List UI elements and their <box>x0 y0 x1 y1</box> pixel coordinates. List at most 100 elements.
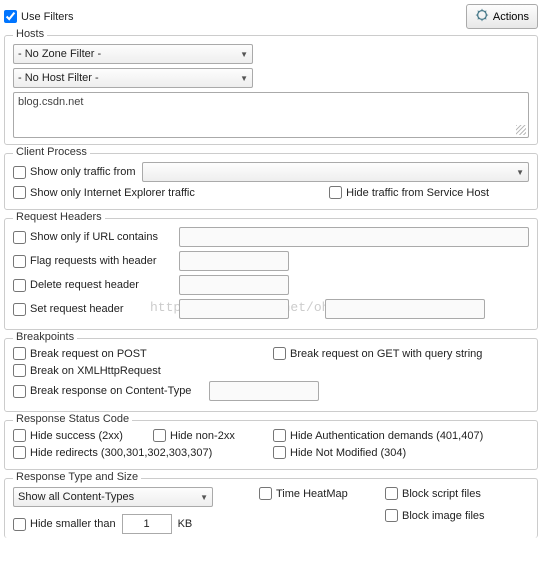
chevron-down-icon: ▼ <box>240 50 248 59</box>
block-image-checkbox[interactable]: Block image files <box>385 509 529 522</box>
break-get-qs-input[interactable] <box>273 347 286 360</box>
hosts-textarea[interactable]: blog.csdn.net <box>13 92 529 138</box>
show-only-traffic-from-label: Show only traffic from <box>30 166 136 178</box>
flag-header-label: Flag requests with header <box>30 255 157 267</box>
status-code-group: Response Status Code Hide success (2xx) … <box>4 420 538 470</box>
block-image-label: Block image files <box>402 510 485 522</box>
show-only-url-checkbox[interactable]: Show only if URL contains <box>13 231 173 244</box>
hide-2xx-input[interactable] <box>13 429 26 442</box>
delete-header-label: Delete request header <box>30 279 139 291</box>
hide-smaller-input[interactable] <box>13 518 26 531</box>
url-contains-input[interactable] <box>179 227 529 247</box>
host-filter-value: - No Host Filter - <box>18 72 99 84</box>
hide-smaller-label: Hide smaller than <box>30 518 116 530</box>
break-xhr-label: Break on XMLHttpRequest <box>30 365 161 377</box>
use-filters-label: Use Filters <box>21 11 74 23</box>
content-type-select[interactable]: Show all Content-Types ▼ <box>13 487 213 507</box>
block-script-label: Block script files <box>402 488 481 500</box>
actions-icon <box>475 8 489 25</box>
break-resp-ct-field[interactable] <box>209 381 319 401</box>
hide-auth-label: Hide Authentication demands (401,407) <box>290 430 483 442</box>
show-only-traffic-from-input[interactable] <box>13 166 26 179</box>
set-header-value-field[interactable] <box>325 299 485 319</box>
show-only-traffic-from-checkbox[interactable]: Show only traffic from <box>13 166 136 179</box>
status-code-legend: Response Status Code <box>13 413 132 425</box>
chevron-down-icon: ▼ <box>240 74 248 83</box>
content-type-value: Show all Content-Types <box>18 491 134 503</box>
use-filters-input[interactable] <box>4 10 17 23</box>
breakpoints-legend: Breakpoints <box>13 331 77 343</box>
break-resp-ct-label: Break response on Content-Type <box>30 385 191 397</box>
hide-304-checkbox[interactable]: Hide Not Modified (304) <box>273 446 406 459</box>
hide-2xx-checkbox[interactable]: Hide success (2xx) <box>13 429 133 442</box>
show-only-url-label: Show only if URL contains <box>30 231 158 243</box>
show-only-ie-label: Show only Internet Explorer traffic <box>30 187 195 199</box>
type-size-legend: Response Type and Size <box>13 471 141 483</box>
show-only-ie-checkbox[interactable]: Show only Internet Explorer traffic <box>13 186 195 199</box>
hide-smaller-value-input[interactable]: 1 <box>122 514 172 534</box>
zone-filter-select[interactable]: - No Zone Filter - ▼ <box>13 44 253 64</box>
hide-304-input[interactable] <box>273 446 286 459</box>
type-size-group: Response Type and Size Show all Content-… <box>4 478 538 538</box>
hide-redirects-checkbox[interactable]: Hide redirects (300,301,302,303,307) <box>13 446 253 459</box>
actions-button[interactable]: Actions <box>466 4 538 29</box>
delete-header-input[interactable] <box>13 279 26 292</box>
request-headers-legend: Request Headers <box>13 211 105 223</box>
zone-filter-value: - No Zone Filter - <box>18 48 101 60</box>
break-post-input[interactable] <box>13 347 26 360</box>
time-heatmap-label: Time HeatMap <box>276 488 348 500</box>
hide-redirects-label: Hide redirects (300,301,302,303,307) <box>30 447 212 459</box>
hide-auth-checkbox[interactable]: Hide Authentication demands (401,407) <box>273 429 483 442</box>
use-filters-checkbox[interactable]: Use Filters <box>4 10 74 23</box>
show-only-ie-input[interactable] <box>13 186 26 199</box>
time-heatmap-input[interactable] <box>259 487 272 500</box>
hide-service-host-input[interactable] <box>329 186 342 199</box>
hide-auth-input[interactable] <box>273 429 286 442</box>
host-filter-select[interactable]: - No Host Filter - ▼ <box>13 68 253 88</box>
breakpoints-group: Breakpoints Break request on POST Break … <box>4 338 538 412</box>
request-headers-group: Request Headers Show only if URL contain… <box>4 218 538 330</box>
break-xhr-checkbox[interactable]: Break on XMLHttpRequest <box>13 364 161 377</box>
delete-header-field[interactable] <box>179 275 289 295</box>
hide-304-label: Hide Not Modified (304) <box>290 447 406 459</box>
break-get-qs-checkbox[interactable]: Break request on GET with query string <box>273 347 482 360</box>
break-post-label: Break request on POST <box>30 348 147 360</box>
kb-label: KB <box>178 518 193 530</box>
hosts-textarea-value: blog.csdn.net <box>18 96 83 108</box>
break-resp-ct-checkbox[interactable]: Break response on Content-Type <box>13 385 203 398</box>
hide-service-host-checkbox[interactable]: Hide traffic from Service Host <box>329 186 489 199</box>
flag-header-checkbox[interactable]: Flag requests with header <box>13 255 173 268</box>
client-process-legend: Client Process <box>13 146 90 158</box>
break-post-checkbox[interactable]: Break request on POST <box>13 347 253 360</box>
actions-label: Actions <box>493 11 529 23</box>
set-header-label: Set request header <box>30 303 124 315</box>
chevron-down-icon: ▼ <box>516 168 524 177</box>
hide-smaller-checkbox[interactable]: Hide smaller than <box>13 518 116 531</box>
flag-header-field[interactable] <box>179 251 289 271</box>
block-image-input[interactable] <box>385 509 398 522</box>
delete-header-checkbox[interactable]: Delete request header <box>13 279 173 292</box>
hide-non2xx-label: Hide non-2xx <box>170 430 235 442</box>
chevron-down-icon: ▼ <box>200 493 208 502</box>
show-only-url-input[interactable] <box>13 231 26 244</box>
resize-grip-icon <box>516 125 526 135</box>
break-xhr-input[interactable] <box>13 364 26 377</box>
block-script-input[interactable] <box>385 487 398 500</box>
hide-non2xx-input[interactable] <box>153 429 166 442</box>
flag-header-input[interactable] <box>13 255 26 268</box>
hide-non2xx-checkbox[interactable]: Hide non-2xx <box>153 429 253 442</box>
client-process-group: Client Process Show only traffic from ▼ … <box>4 153 538 210</box>
break-get-qs-label: Break request on GET with query string <box>290 348 482 360</box>
block-script-checkbox[interactable]: Block script files <box>385 487 529 500</box>
hosts-legend: Hosts <box>13 28 47 40</box>
hide-redirects-input[interactable] <box>13 446 26 459</box>
set-header-name-field[interactable] <box>179 299 289 319</box>
break-resp-ct-input[interactable] <box>13 385 26 398</box>
hide-2xx-label: Hide success (2xx) <box>30 430 123 442</box>
time-heatmap-checkbox[interactable]: Time HeatMap <box>259 487 379 500</box>
process-select[interactable]: ▼ <box>142 162 529 182</box>
set-header-checkbox[interactable]: Set request header <box>13 303 173 316</box>
set-header-input[interactable] <box>13 303 26 316</box>
hide-service-host-label: Hide traffic from Service Host <box>346 187 489 199</box>
hosts-group: Hosts - No Zone Filter - ▼ - No Host Fil… <box>4 35 538 145</box>
